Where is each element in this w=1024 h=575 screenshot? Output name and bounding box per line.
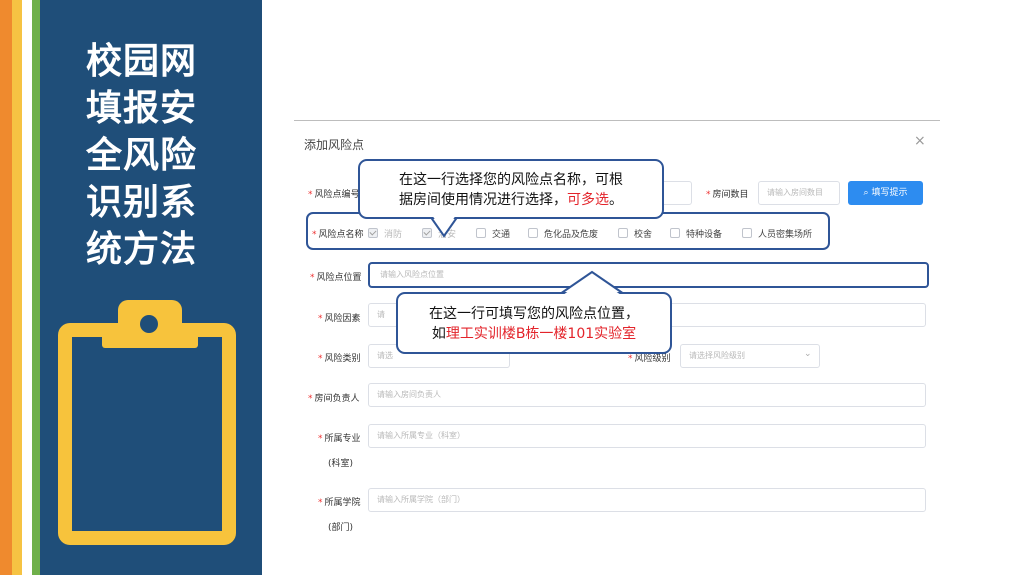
- title-line: 填报安: [86, 87, 198, 129]
- checkbox-crowded-places[interactable]: 人员密集场所: [742, 227, 812, 240]
- required-mark: *: [706, 190, 711, 200]
- position-label-text: 风险点位置: [316, 273, 362, 283]
- required-mark: *: [308, 190, 313, 200]
- callout-name-emphasis: 可多选: [567, 192, 609, 208]
- risk-name-label-text: 风险点名称: [318, 230, 364, 240]
- level-label-text: 风险级别: [634, 354, 671, 364]
- checkbox-box: [476, 228, 486, 238]
- level-select[interactable]: 请选择风险级别: [680, 344, 820, 368]
- checkbox-label: 消防: [384, 230, 403, 240]
- checkbox-fire[interactable]: 消防: [368, 227, 402, 240]
- callout-position-line1: 在这一行可填写您的风险点位置，: [429, 306, 639, 322]
- college-label-text: 所属学院: [324, 498, 361, 508]
- room-count-label-text: 房间数目: [712, 190, 749, 200]
- checkbox-box: [670, 228, 680, 238]
- checkbox-traffic[interactable]: 交通: [476, 227, 510, 240]
- required-mark: *: [318, 314, 323, 324]
- chevron-down-icon[interactable]: ⌄: [804, 349, 812, 359]
- checkbox-box: [368, 228, 378, 238]
- position-input[interactable]: 请输入风险点位置: [368, 262, 929, 288]
- checkbox-box: [422, 228, 432, 238]
- major-label: * 所属专业: [318, 431, 361, 444]
- owner-input[interactable]: 请输入房间负责人: [368, 383, 926, 407]
- code-label-text: 风险点编号: [314, 190, 360, 200]
- checkbox-label: 校舍: [634, 230, 653, 240]
- major-input[interactable]: 请输入所属专业（科室）: [368, 424, 926, 448]
- required-mark: *: [312, 230, 317, 240]
- orange-stripe: [0, 0, 12, 575]
- checkbox-school-buildings[interactable]: 校舍: [618, 227, 652, 240]
- required-mark: *: [318, 354, 323, 364]
- yellow-stripe: [12, 0, 22, 575]
- callout-name-suffix: 。: [609, 192, 623, 208]
- checkbox-label: 特种设备: [686, 230, 723, 240]
- fill-hint-label: 填写提示: [871, 188, 908, 198]
- factor-label: * 风险因素: [318, 311, 361, 324]
- fill-hint-button[interactable]: ⌕ 填写提示: [848, 181, 923, 205]
- title-line: 统方法: [86, 228, 198, 270]
- checkbox-label: 治安: [438, 230, 457, 240]
- slide-title: 校园网 填报安 全风险 识别系 统方法: [86, 38, 236, 273]
- position-label: * 风险点位置: [310, 270, 362, 283]
- checkbox-hazardous-chemicals[interactable]: 危化品及危废: [528, 227, 598, 240]
- green-stripe: [32, 0, 40, 575]
- major-label-sub: (科室): [328, 459, 354, 469]
- close-icon[interactable]: ×: [914, 133, 926, 149]
- callout-position-line2: 如理工实训楼B栋一楼101实验室: [398, 324, 670, 344]
- major-label-text: 所属专业: [324, 434, 361, 444]
- callout-position-text: 如: [431, 326, 446, 342]
- owner-label: * 房间负责人: [308, 391, 360, 404]
- clipboard-board: [58, 323, 236, 545]
- required-mark: *: [308, 394, 313, 404]
- white-stripe: [22, 0, 32, 575]
- required-mark: *: [628, 354, 633, 364]
- dialog-title: 添加风险点: [304, 138, 365, 152]
- title-line: 识别系: [86, 181, 198, 223]
- callout-name-text: 据房间使用情况进行选择，: [399, 192, 567, 208]
- checkbox-box: [742, 228, 752, 238]
- required-mark: *: [318, 434, 323, 444]
- checkbox-label: 交通: [492, 230, 511, 240]
- callout-name-line2: 据房间使用情况进行选择，可多选。: [360, 190, 662, 210]
- checkbox-label: 危化品及危废: [544, 230, 599, 240]
- checkbox-security[interactable]: 治安: [422, 227, 456, 240]
- required-mark: *: [310, 273, 315, 283]
- required-mark: *: [318, 498, 323, 508]
- room-count-input[interactable]: 请输入房间数目: [758, 181, 840, 205]
- title-line: 全风险: [86, 134, 198, 176]
- checkbox-label: 人员密集场所: [758, 230, 813, 240]
- category-label-text: 风险类别: [324, 354, 361, 364]
- college-label-sub: (部门): [328, 523, 354, 533]
- factor-label-text: 风险因素: [324, 314, 361, 324]
- room-count-label: * 房间数目: [706, 187, 749, 200]
- callout-name-line1: 在这一行选择您的风险点名称，可根: [399, 172, 623, 188]
- dialog-divider: [294, 120, 940, 121]
- checkbox-box: [618, 228, 628, 238]
- category-label: * 风险类别: [318, 351, 361, 364]
- callout-name-tip: 在这一行选择您的风险点名称，可根 据房间使用情况进行选择，可多选。: [358, 159, 664, 219]
- code-label: * 风险点编号: [308, 187, 360, 200]
- clipboard-clip-hole: [140, 315, 158, 333]
- checkbox-special-equipment[interactable]: 特种设备: [670, 227, 722, 240]
- owner-label-text: 房间负责人: [314, 394, 360, 404]
- college-label: * 所属学院: [318, 495, 361, 508]
- search-icon: ⌕: [863, 188, 869, 198]
- callout-position-emphasis: 理工实训楼B栋一楼101实验室: [445, 326, 637, 342]
- college-input[interactable]: 请输入所属学院（部门）: [368, 488, 926, 512]
- callout-position-tip: 在这一行可填写您的风险点位置， 如理工实训楼B栋一楼101实验室: [396, 292, 672, 354]
- risk-name-label: * 风险点名称: [312, 227, 364, 240]
- checkbox-box: [528, 228, 538, 238]
- title-line: 校园网: [86, 40, 198, 82]
